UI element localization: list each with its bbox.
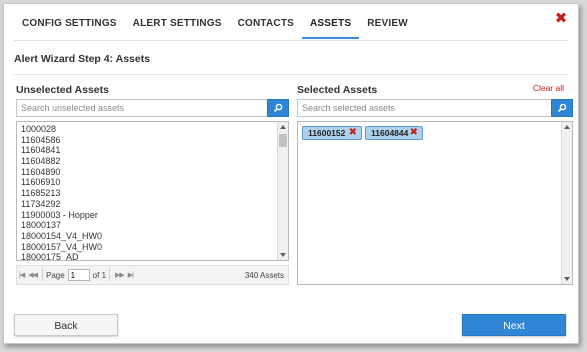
next-button[interactable]: Next xyxy=(462,314,566,336)
prev-page-icon[interactable]: ◀◀ xyxy=(26,271,39,279)
page-total-label: of 1 xyxy=(92,270,107,280)
selected-scrollbar[interactable] xyxy=(561,122,572,284)
scroll-up-icon[interactable] xyxy=(280,125,286,129)
tab-review[interactable]: REVIEW xyxy=(359,12,416,39)
list-item[interactable]: 18000157_V4_HW0 xyxy=(17,242,288,253)
list-item[interactable]: 11734292 xyxy=(17,199,288,210)
tab-config-settings[interactable]: CONFIG SETTINGS xyxy=(14,12,125,39)
asset-count-label: 340 Assets xyxy=(244,270,284,280)
list-item[interactable]: 18000154_V4_HW0 xyxy=(17,231,288,242)
scroll-down-icon[interactable] xyxy=(280,253,286,257)
search-icon xyxy=(557,103,567,113)
unselected-assets-title: Unselected Assets xyxy=(16,84,109,96)
selected-search-button[interactable] xyxy=(551,99,573,117)
list-item[interactable]: 11604841 xyxy=(17,145,288,156)
remove-icon[interactable]: ✖ xyxy=(349,127,357,139)
selected-asset-chip: 11604844 ✖ xyxy=(365,126,423,140)
list-item[interactable]: 18000137 xyxy=(17,220,288,231)
unselected-pager: |◀ ◀◀ Page of 1 ▶▶ ▶| 340 Assets xyxy=(16,265,289,285)
chip-label: 11604844 xyxy=(371,128,409,138)
unselected-search xyxy=(16,99,289,117)
selected-search xyxy=(297,99,573,117)
next-page-icon[interactable]: ▶▶ xyxy=(113,271,126,279)
selected-search-input[interactable] xyxy=(297,99,551,117)
page-number-input[interactable] xyxy=(67,269,90,281)
alert-wizard-dialog: CONFIG SETTINGS ALERT SETTINGS CONTACTS … xyxy=(3,3,579,344)
last-page-icon[interactable]: ▶| xyxy=(126,271,135,279)
tab-contacts[interactable]: CONTACTS xyxy=(230,12,302,39)
page-label: Page xyxy=(45,270,65,280)
scroll-up-icon[interactable] xyxy=(564,125,570,129)
unselected-search-button[interactable] xyxy=(267,99,289,117)
selected-assets-title: Selected Assets xyxy=(297,84,378,96)
wizard-tabs: CONFIG SETTINGS ALERT SETTINGS CONTACTS … xyxy=(14,12,416,40)
clear-all-link[interactable]: Clear all xyxy=(533,83,564,93)
search-icon xyxy=(273,103,283,113)
tab-divider xyxy=(14,40,568,41)
unselected-assets-list: 1000028 11604586 11604841 11604882 11604… xyxy=(16,121,289,261)
pager-divider xyxy=(109,269,111,281)
scroll-down-icon[interactable] xyxy=(564,277,570,281)
unselected-scrollbar[interactable] xyxy=(277,122,288,260)
unselected-search-input[interactable] xyxy=(16,99,267,117)
step-title: Alert Wizard Step 4: Assets xyxy=(14,53,151,65)
selected-asset-chip: 11600152 ✖ xyxy=(302,126,362,140)
scroll-thumb[interactable] xyxy=(279,134,287,147)
list-item[interactable]: 11604882 xyxy=(17,156,288,167)
list-item[interactable]: 11604890 xyxy=(17,167,288,178)
pager-divider xyxy=(41,269,43,281)
back-button[interactable]: Back xyxy=(14,314,118,336)
chip-label: 11600152 xyxy=(308,128,346,138)
close-icon[interactable]: ✖ xyxy=(554,11,568,26)
list-item[interactable]: 11685213 xyxy=(17,188,288,199)
list-item[interactable]: 11900003 - Hopper xyxy=(17,210,288,221)
list-item[interactable]: 11606910 xyxy=(17,177,288,188)
tab-assets[interactable]: ASSETS xyxy=(302,12,360,39)
list-item[interactable]: 11604586 xyxy=(17,135,288,146)
step-divider xyxy=(14,74,568,75)
tab-alert-settings[interactable]: ALERT SETTINGS xyxy=(125,12,230,39)
first-page-icon[interactable]: |◀ xyxy=(17,271,26,279)
list-item[interactable]: 1000028 xyxy=(17,124,288,135)
remove-icon[interactable]: ✖ xyxy=(410,127,418,139)
selected-assets-list: 11600152 ✖ 11604844 ✖ xyxy=(297,121,573,285)
list-item[interactable]: 18000175_AD xyxy=(17,252,288,260)
